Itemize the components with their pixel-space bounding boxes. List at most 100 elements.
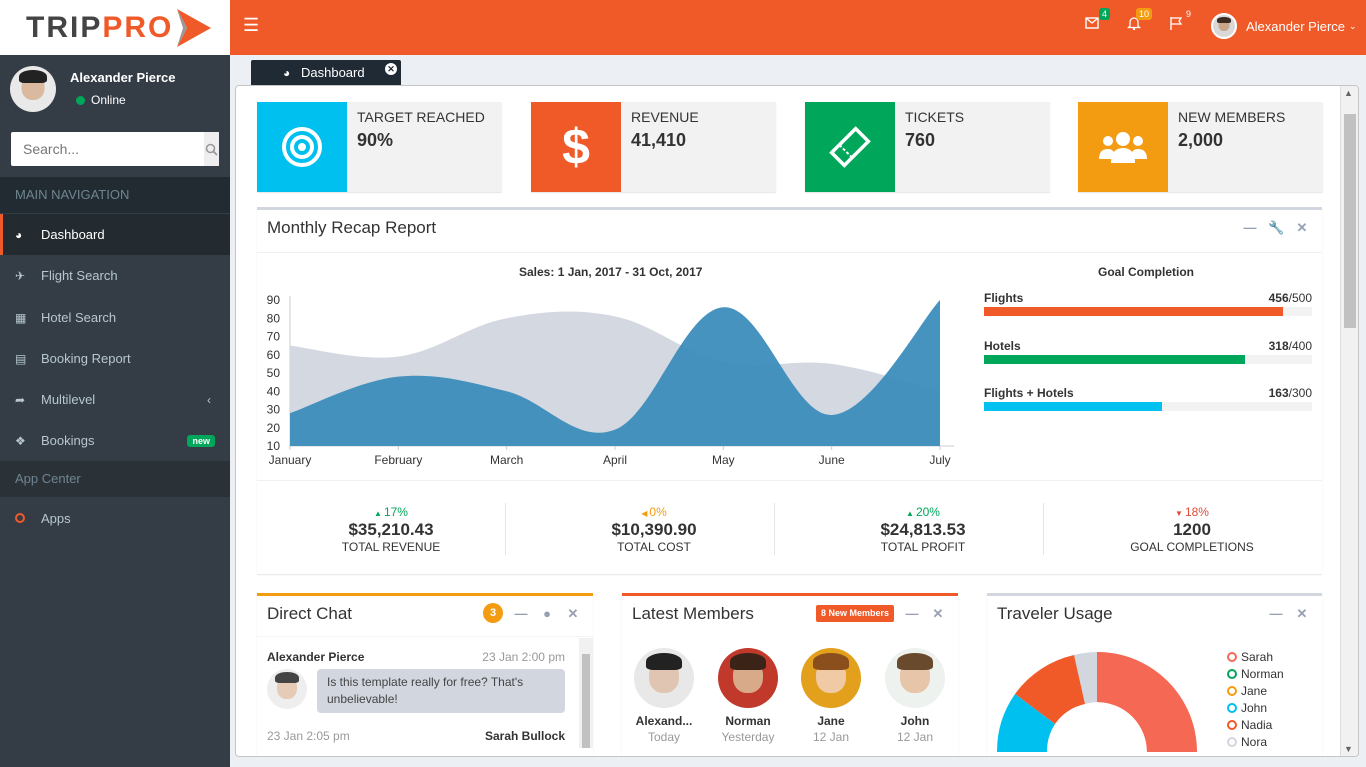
tab-dashboard[interactable]: ◕ Dashboard ✕ xyxy=(251,60,401,85)
sidebar-item-multilevel[interactable]: ➦ Multilevel ‹ xyxy=(0,379,230,420)
progress-fill xyxy=(984,355,1245,364)
legend-item: Norman xyxy=(1227,667,1284,681)
goal-value: 456 xyxy=(1268,291,1289,305)
sidebar-item-label: Dashboard xyxy=(41,227,105,242)
stat-value: 1200 xyxy=(1173,520,1211,539)
member-date: 12 Jan xyxy=(896,730,934,744)
sidebar-item-label: Flight Search xyxy=(41,268,118,283)
scroll-up-icon[interactable]: ▲ xyxy=(1344,88,1353,98)
stat-total-cost: ◀ 0% $10,390.90 TOTAL COST xyxy=(520,505,788,554)
y-tick-label: 40 xyxy=(267,384,281,398)
sidebar-item-apps[interactable]: Apps xyxy=(0,498,230,539)
stat-percent: ▲ 20% xyxy=(906,505,940,519)
sidebar-item-label: Hotel Search xyxy=(41,310,117,325)
minimize-icon[interactable]: — xyxy=(1268,606,1284,622)
bell-icon[interactable]: 10 xyxy=(1124,8,1152,36)
online-status: Online xyxy=(76,93,126,107)
close-tab-icon[interactable]: ✕ xyxy=(385,63,397,75)
monthly-recap-box: Monthly Recap Report — 🔧 ✕ Sales: 1 Jan,… xyxy=(257,207,1322,574)
content-scrollbar[interactable]: ▲ ▼ xyxy=(1340,86,1358,756)
goal-label: Flights + Hotels xyxy=(984,386,1074,400)
sidebar: Alexander Pierce Online MAIN NAVIGATION … xyxy=(0,55,230,767)
logo-arrow-icon xyxy=(177,8,212,47)
close-icon[interactable]: ✕ xyxy=(1294,606,1310,622)
sidebar-user-panel: Alexander Pierce Online xyxy=(10,66,222,116)
user-menu[interactable]: Alexander Pierce ⌄ xyxy=(1211,13,1357,39)
sidebar-item-bookings[interactable]: ❖ Bookings new xyxy=(0,420,230,461)
member-date: Yesterday xyxy=(721,730,775,744)
flag-icon[interactable]: 9 xyxy=(1166,9,1191,36)
main-content: TARGET REACHED 90% $ REVENUE 41,410 TICK… xyxy=(235,85,1359,757)
box-title: Latest Members xyxy=(632,604,754,623)
sidebar-item-label: Multilevel xyxy=(41,392,96,407)
member-item[interactable]: Alexand... Today xyxy=(633,648,695,744)
stat-percent: ▲ 17% xyxy=(374,505,408,519)
legend-item: Jane xyxy=(1227,684,1267,698)
sidebar-item-label: Bookings xyxy=(41,433,95,448)
search-icon xyxy=(205,143,218,156)
chat-timestamp: 23 Jan 2:00 pm xyxy=(482,650,565,664)
goal-completion-title: Goal Completion xyxy=(1098,265,1194,279)
member-name: Jane xyxy=(817,714,845,728)
header-user-name: Alexander Pierce xyxy=(1246,18,1345,34)
close-icon[interactable]: ✕ xyxy=(930,606,946,622)
logo[interactable]: TRIPPRO xyxy=(0,0,230,55)
legend-item: John xyxy=(1227,701,1267,715)
close-icon[interactable]: ✕ xyxy=(565,606,581,623)
divider xyxy=(257,252,1322,253)
minimize-icon[interactable]: — xyxy=(513,606,529,623)
progress-bar xyxy=(984,355,1312,364)
search-input[interactable] xyxy=(11,132,204,166)
sidebar-item-dashboard[interactable]: ◕ Dashboard xyxy=(0,214,230,255)
minimize-icon[interactable]: — xyxy=(904,606,920,622)
y-tick-label: 70 xyxy=(267,330,281,344)
sidebar-item-flight-search[interactable]: ✈ Flight Search xyxy=(0,255,230,296)
sidebar-item-booking-report[interactable]: ▤ Booking Report xyxy=(0,338,230,379)
member-item[interactable]: Jane 12 Jan xyxy=(800,648,862,744)
stat-value: $10,390.90 xyxy=(611,520,697,539)
goal-value: 163 xyxy=(1268,386,1289,400)
infobox-value: 2,000 xyxy=(1178,130,1224,150)
scroll-thumb[interactable] xyxy=(1344,114,1356,328)
goal-label: Hotels xyxy=(984,339,1021,353)
stat-value: $24,813.53 xyxy=(880,520,966,539)
progress-fill xyxy=(984,402,1163,411)
mail-badge: 4 xyxy=(1098,8,1110,20)
goal-total: /500 xyxy=(1288,291,1312,305)
stat-value: $35,210.43 xyxy=(348,520,434,539)
infobox-value: 41,410 xyxy=(631,130,687,150)
member-item[interactable]: Norman Yesterday xyxy=(717,648,779,744)
arrow-up-icon: ▲ xyxy=(906,509,914,518)
doughnut-slice xyxy=(1097,652,1195,752)
search-button[interactable] xyxy=(204,132,219,166)
share-icon: ➦ xyxy=(15,392,26,407)
infobox-tickets: TICKETS 760 xyxy=(805,102,1050,192)
x-tick-label: April xyxy=(603,453,627,467)
dashboard-icon: ◕ xyxy=(15,227,23,242)
member-item[interactable]: John 12 Jan xyxy=(884,648,946,744)
plane-icon: ✈ xyxy=(15,268,26,283)
member-avatar xyxy=(801,648,861,708)
goal-value: 318 xyxy=(1268,339,1289,353)
stat-total-profit: ▲ 20% $24,813.53 TOTAL PROFIT xyxy=(789,505,1057,554)
building-icon: ▦ xyxy=(15,310,27,325)
minimize-icon[interactable]: — xyxy=(1242,220,1258,236)
y-tick-label: 90 xyxy=(267,293,281,307)
chat-scrollbar[interactable] xyxy=(579,638,593,748)
arrow-up-icon: ▲ xyxy=(374,509,382,518)
sidebar-avatar xyxy=(10,66,56,112)
x-tick-label: May xyxy=(712,453,735,467)
mail-icon[interactable]: 4 xyxy=(1082,8,1110,36)
stat-label: TOTAL REVENUE xyxy=(341,540,441,554)
wrench-icon[interactable]: 🔧 xyxy=(1268,220,1284,236)
sidebar-item-hotel-search[interactable]: ▦ Hotel Search xyxy=(0,297,230,338)
y-tick-label: 60 xyxy=(267,348,281,362)
traveler-usage-doughnut xyxy=(997,652,1197,752)
member-avatar xyxy=(885,648,945,708)
close-icon[interactable]: ✕ xyxy=(1294,220,1310,236)
contacts-icon[interactable]: ● xyxy=(539,606,555,623)
scroll-down-icon[interactable]: ▼ xyxy=(1344,744,1353,754)
x-tick-label: July xyxy=(929,453,950,467)
sidebar-toggle-icon[interactable]: ☰ xyxy=(243,15,259,36)
member-name: Alexand... xyxy=(635,714,693,728)
